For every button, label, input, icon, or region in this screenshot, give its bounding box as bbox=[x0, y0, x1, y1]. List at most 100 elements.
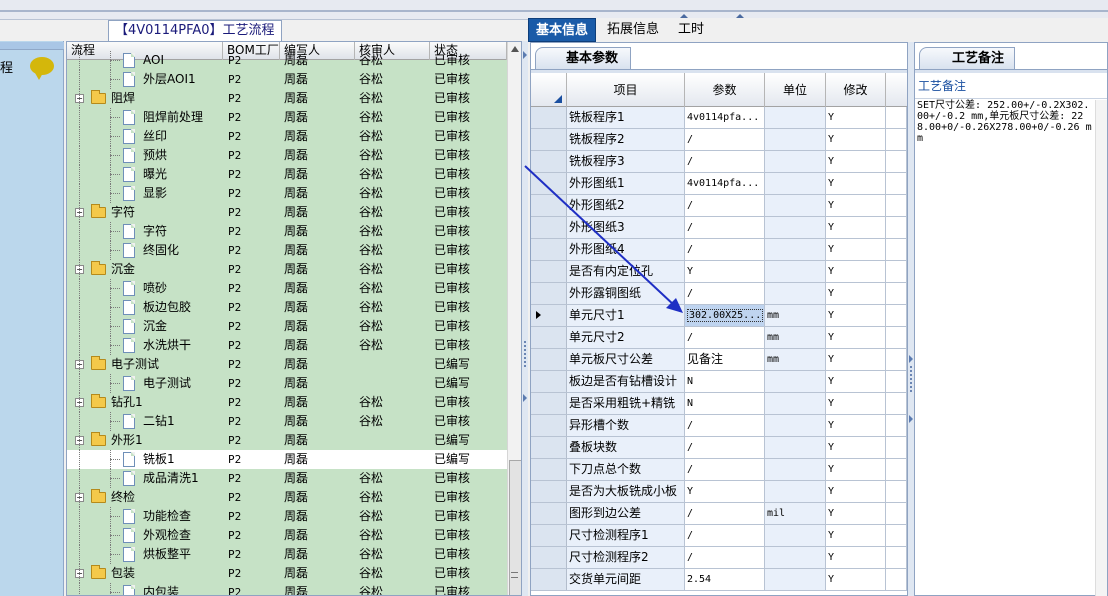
param-unit-cell[interactable] bbox=[765, 261, 826, 282]
param-value-cell[interactable]: / bbox=[685, 217, 765, 238]
tree-group-row[interactable]: − 沉金 P2 周磊 谷松 已审核 bbox=[67, 260, 507, 279]
row-header[interactable] bbox=[531, 437, 567, 458]
param-unit-cell[interactable] bbox=[765, 107, 826, 128]
tree-step-row[interactable]: 字符 P2 周磊 谷松 已审核 bbox=[67, 222, 507, 241]
tree-group-row[interactable]: − 终检 P2 周磊 谷松 已审核 bbox=[67, 488, 507, 507]
param-row[interactable]: 下刀点总个数 / Y bbox=[531, 459, 907, 481]
process-flow-tree[interactable]: 流程 BOM工厂 编写人 核审人 状态 AOI P2 周磊 谷松 已审核 外层AOI1 P2… bbox=[66, 41, 522, 596]
param-row[interactable]: 尺寸检测程序1/ Y bbox=[531, 525, 907, 547]
param-row[interactable]: 外形图纸3/ Y bbox=[531, 217, 907, 239]
param-modify-cell[interactable]: Y bbox=[826, 503, 886, 524]
param-modify-cell[interactable]: Y bbox=[826, 151, 886, 172]
param-value-cell[interactable]: / bbox=[685, 525, 765, 546]
tree-group-row[interactable]: − 外形1 P2 周磊 已编写 bbox=[67, 431, 507, 450]
param-modify-cell[interactable]: Y bbox=[826, 349, 886, 370]
scroll-up-icon[interactable] bbox=[511, 46, 519, 52]
tree-step-row[interactable]: 水洗烘干 P2 周磊 谷松 已审核 bbox=[67, 336, 507, 355]
param-unit-cell[interactable] bbox=[765, 459, 826, 480]
row-header[interactable] bbox=[531, 261, 567, 282]
param-row[interactable]: 外形露铜图纸 / Y bbox=[531, 283, 907, 305]
param-modify-cell[interactable]: Y bbox=[826, 195, 886, 216]
row-header[interactable] bbox=[531, 195, 567, 216]
param-value-cell[interactable]: / bbox=[685, 239, 765, 260]
param-modify-cell[interactable]: Y bbox=[826, 283, 886, 304]
tree-step-row[interactable]: 终固化 P2 周磊 谷松 已审核 bbox=[67, 241, 507, 260]
collapse-arrow-icon[interactable] bbox=[909, 415, 913, 423]
param-value-cell[interactable]: 见备注 bbox=[685, 349, 765, 370]
param-unit-cell[interactable]: mm bbox=[765, 349, 826, 370]
param-value-cell[interactable]: / bbox=[685, 415, 765, 436]
row-header[interactable] bbox=[531, 569, 567, 590]
param-unit-cell[interactable] bbox=[765, 151, 826, 172]
row-header[interactable] bbox=[531, 349, 567, 370]
param-value-cell[interactable]: / bbox=[685, 547, 765, 568]
param-value-cell[interactable]: N bbox=[685, 371, 765, 392]
tree-group-row[interactable]: − 电子测试 P2 周磊 已编写 bbox=[67, 355, 507, 374]
param-row[interactable]: 异形槽个数 / Y bbox=[531, 415, 907, 437]
comment-bubble-icon[interactable] bbox=[30, 57, 54, 80]
param-unit-cell[interactable] bbox=[765, 239, 826, 260]
param-value-cell[interactable]: / bbox=[685, 459, 765, 480]
param-value-cell[interactable]: / bbox=[685, 503, 765, 524]
param-modify-cell[interactable]: Y bbox=[826, 393, 886, 414]
tree-group-row[interactable]: − 钻孔1 P2 周磊 谷松 已审核 bbox=[67, 393, 507, 412]
param-row[interactable]: 外形图纸2/ Y bbox=[531, 195, 907, 217]
param-row[interactable]: 单元板尺寸公差 见备注 mm Y bbox=[531, 349, 907, 371]
param-value-cell[interactable]: N bbox=[685, 393, 765, 414]
param-modify-cell[interactable]: Y bbox=[826, 525, 886, 546]
param-value-cell[interactable]: / bbox=[685, 283, 765, 304]
tree-step-row[interactable]: 烘板整平 P2 周磊 谷松 已审核 bbox=[67, 545, 507, 564]
tree-step-row[interactable]: 功能检查 P2 周磊 谷松 已审核 bbox=[67, 507, 507, 526]
param-modify-cell[interactable]: Y bbox=[826, 547, 886, 568]
param-modify-cell[interactable]: Y bbox=[826, 415, 886, 436]
row-header[interactable] bbox=[531, 503, 567, 524]
param-unit-cell[interactable]: mm bbox=[765, 305, 826, 326]
param-row[interactable]: 单元尺寸2/mm Y bbox=[531, 327, 907, 349]
param-value-cell[interactable]: / bbox=[685, 195, 765, 216]
param-row[interactable]: 叠板块数 / Y bbox=[531, 437, 907, 459]
tree-step-row[interactable]: 二钻1 P2 周磊 谷松 已审核 bbox=[67, 412, 507, 431]
tree-step-row[interactable]: 预烘 P2 周磊 谷松 已审核 bbox=[67, 146, 507, 165]
row-header[interactable] bbox=[531, 393, 567, 414]
param-value-cell[interactable]: / bbox=[685, 437, 765, 458]
param-unit-cell[interactable] bbox=[765, 393, 826, 414]
tree-step-row[interactable]: 曝光 P2 周磊 谷松 已审核 bbox=[67, 165, 507, 184]
param-row[interactable]: 铣板程序3/ Y bbox=[531, 151, 907, 173]
param-row[interactable]: 板边是否有钻槽设计 N Y bbox=[531, 371, 907, 393]
row-header[interactable] bbox=[531, 305, 567, 326]
param-unit-cell[interactable] bbox=[765, 525, 826, 546]
param-unit-cell[interactable] bbox=[765, 217, 826, 238]
col-header-value[interactable]: 参数 bbox=[685, 73, 765, 107]
param-modify-cell[interactable]: Y bbox=[826, 459, 886, 480]
param-row[interactable]: 外形图纸4/ Y bbox=[531, 239, 907, 261]
param-modify-cell[interactable]: Y bbox=[826, 129, 886, 150]
tab-process-notes[interactable]: 工艺备注 bbox=[919, 47, 1015, 69]
tree-step-row[interactable]: 显影 P2 周磊 谷松 已审核 bbox=[67, 184, 507, 203]
tab-basic-info[interactable]: 基本信息 bbox=[528, 18, 597, 42]
param-unit-cell[interactable] bbox=[765, 173, 826, 194]
flow-scrollbar[interactable] bbox=[507, 42, 521, 595]
col-header-item[interactable]: 项目 bbox=[567, 73, 685, 107]
col-header-unit[interactable]: 单位 bbox=[765, 73, 826, 107]
row-header[interactable] bbox=[531, 151, 567, 172]
param-row[interactable]: 是否为大板铣成小板 Y Y bbox=[531, 481, 907, 503]
param-row[interactable]: 尺寸检测程序2/ Y bbox=[531, 547, 907, 569]
param-unit-cell[interactable] bbox=[765, 195, 826, 216]
param-row[interactable]: 铣板程序2/ Y bbox=[531, 129, 907, 151]
param-modify-cell[interactable]: Y bbox=[826, 481, 886, 502]
param-modify-cell[interactable]: Y bbox=[826, 217, 886, 238]
row-header[interactable] bbox=[531, 547, 567, 568]
col-header-modify[interactable]: 修改 bbox=[826, 73, 886, 107]
row-header[interactable] bbox=[531, 481, 567, 502]
param-row[interactable]: 是否采用粗铣+精铣 N Y bbox=[531, 393, 907, 415]
row-header[interactable] bbox=[531, 129, 567, 150]
tree-step-row[interactable]: 成品清洗1 P2 周磊 谷松 已审核 bbox=[67, 469, 507, 488]
param-unit-cell[interactable] bbox=[765, 129, 826, 150]
param-value-cell[interactable]: / bbox=[685, 129, 765, 150]
param-unit-cell[interactable] bbox=[765, 283, 826, 304]
param-modify-cell[interactable]: Y bbox=[826, 261, 886, 282]
tree-step-row[interactable]: 外层AOI1 P2 周磊 谷松 已审核 bbox=[67, 70, 507, 89]
param-modify-cell[interactable]: Y bbox=[826, 569, 886, 590]
param-value-cell[interactable]: 302.00X25... bbox=[685, 305, 765, 326]
row-header[interactable] bbox=[531, 239, 567, 260]
